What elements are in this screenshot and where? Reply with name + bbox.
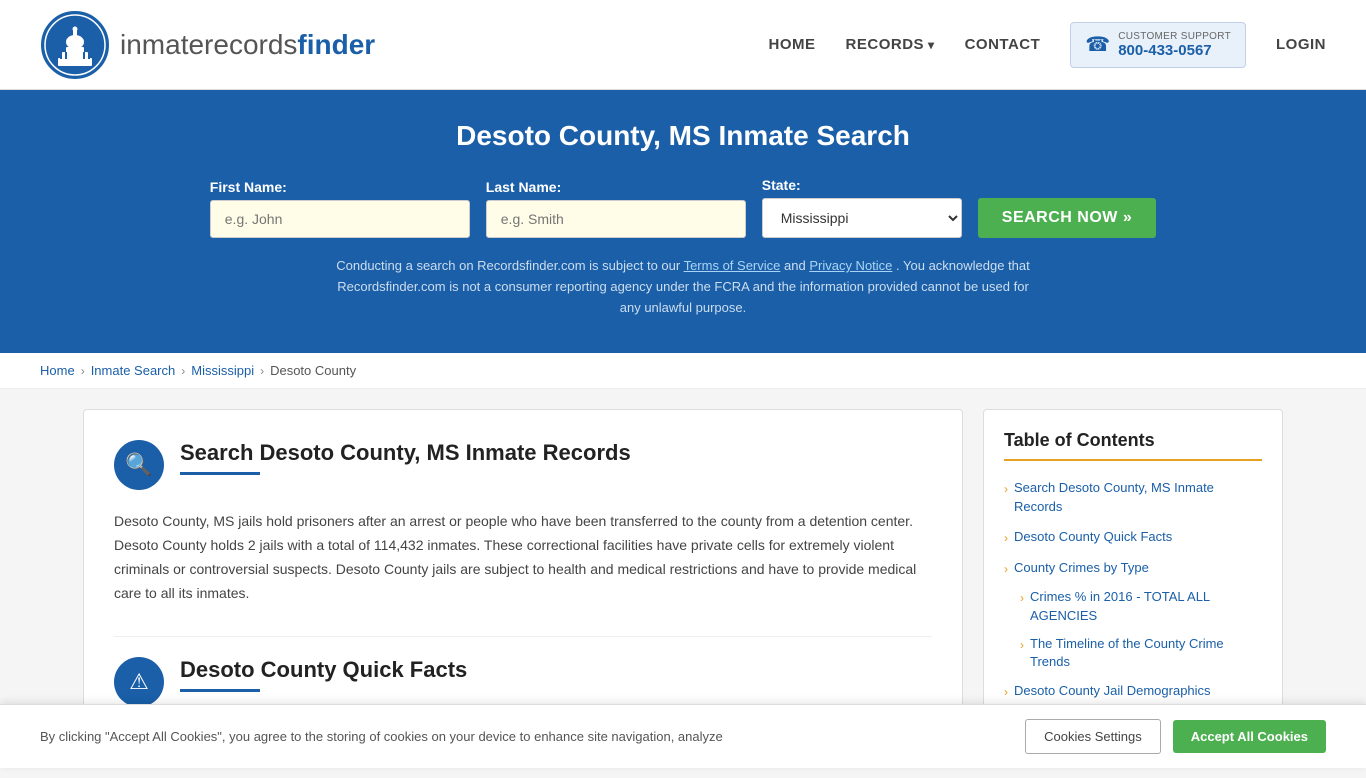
cookie-buttons: Cookies Settings Accept All Cookies — [1025, 719, 1326, 754]
search-title-underline — [180, 472, 260, 475]
quick-facts-header: ⚠ Desoto County Quick Facts — [114, 657, 932, 707]
disclaimer-before-tos: Conducting a search on Recordsfinder.com… — [336, 258, 683, 273]
last-name-group: Last Name: — [486, 179, 746, 238]
disclaimer-text: Conducting a search on Recordsfinder.com… — [333, 256, 1033, 318]
chevron-down-icon: ▾ — [928, 38, 935, 52]
toc-label-1: Desoto County Quick Facts — [1014, 528, 1172, 546]
toc-item-2[interactable]: › County Crimes by Type — [1004, 553, 1262, 584]
logo-text-container: inmaterecordsfinder — [120, 29, 375, 61]
first-name-label: First Name: — [210, 179, 287, 195]
search-icon: 🔍 — [125, 452, 152, 478]
first-name-input[interactable] — [210, 200, 470, 238]
search-section-body: Desoto County, MS jails hold prisoners a… — [114, 510, 932, 605]
toc-chevron-5: › — [1004, 684, 1008, 701]
accept-cookies-button[interactable]: Accept All Cookies — [1173, 720, 1326, 753]
breadcrumb-current: Desoto County — [270, 363, 356, 378]
first-name-group: First Name: — [210, 179, 470, 238]
toc-label-3: Crimes % in 2016 - TOTAL ALL AGENCIES — [1030, 588, 1262, 624]
cookies-settings-button[interactable]: Cookies Settings — [1025, 719, 1161, 754]
search-title-group: Search Desoto County, MS Inmate Records — [180, 440, 631, 475]
header: inmaterecordsfinder HOME RECORDS ▾ CONTA… — [0, 0, 1366, 90]
quick-facts-title: Desoto County Quick Facts — [180, 657, 467, 683]
search-section-title: Search Desoto County, MS Inmate Records — [180, 440, 631, 466]
quick-facts-underline — [180, 689, 260, 692]
search-icon-circle: 🔍 — [114, 440, 164, 490]
logo-text-regular: inmaterecords — [120, 29, 297, 60]
toc-label-2: County Crimes by Type — [1014, 559, 1149, 577]
privacy-notice-link[interactable]: Privacy Notice — [809, 258, 892, 273]
login-button[interactable]: LOGIN — [1276, 36, 1326, 53]
nav-records[interactable]: RECORDS ▾ — [846, 36, 935, 53]
support-number: 800-433-0567 — [1118, 42, 1231, 59]
quick-facts-section: ⚠ Desoto County Quick Facts — [114, 657, 932, 707]
nav-home[interactable]: HOME — [769, 36, 816, 53]
toc-title: Table of Contents — [1004, 430, 1262, 461]
toc-chevron-0: › — [1004, 481, 1008, 498]
state-label: State: — [762, 177, 801, 193]
terms-of-service-link[interactable]: Terms of Service — [684, 258, 781, 273]
toc-label-4: The Timeline of the County Crime Trends — [1030, 635, 1262, 671]
section-divider — [114, 636, 932, 637]
breadcrumb-mississippi[interactable]: Mississippi — [191, 363, 254, 378]
disclaimer-and: and — [784, 258, 809, 273]
state-select[interactable]: Mississippi Alabama Arkansas Tennessee — [762, 198, 962, 238]
logo-icon — [40, 10, 110, 80]
breadcrumb-sep-1: › — [81, 364, 85, 378]
alert-icon: ⚠ — [129, 669, 149, 695]
breadcrumb-inmate-search[interactable]: Inmate Search — [91, 363, 176, 378]
quick-facts-title-group: Desoto County Quick Facts — [180, 657, 467, 692]
nav-records-label: RECORDS — [846, 36, 925, 53]
toc-item-5[interactable]: › Desoto County Jail Demographics — [1004, 676, 1262, 707]
logo-text-bold: finder — [297, 29, 375, 60]
toc-label-0: Search Desoto County, MS Inmate Records — [1014, 479, 1262, 515]
breadcrumb-home[interactable]: Home — [40, 363, 75, 378]
hero-section: Desoto County, MS Inmate Search First Na… — [0, 90, 1366, 353]
hero-title: Desoto County, MS Inmate Search — [40, 120, 1326, 152]
cookie-text: By clicking "Accept All Cookies", you ag… — [40, 727, 723, 747]
toc-chevron-3: › — [1020, 590, 1024, 607]
support-label: CUSTOMER SUPPORT — [1118, 31, 1231, 42]
cookie-banner: By clicking "Accept All Cookies", you ag… — [0, 704, 1366, 768]
breadcrumb-sep-2: › — [181, 364, 185, 378]
search-form: First Name: Last Name: State: Mississipp… — [40, 177, 1326, 238]
logo-area: inmaterecordsfinder — [40, 10, 375, 80]
breadcrumb-sep-3: › — [260, 364, 264, 378]
state-group: State: Mississippi Alabama Arkansas Tenn… — [762, 177, 962, 238]
support-text-group: CUSTOMER SUPPORT 800-433-0567 — [1118, 31, 1231, 59]
last-name-label: Last Name: — [486, 179, 561, 195]
breadcrumb: Home › Inmate Search › Mississippi › Des… — [0, 353, 1366, 389]
nav-contact[interactable]: CONTACT — [965, 36, 1041, 53]
search-section-header: 🔍 Search Desoto County, MS Inmate Record… — [114, 440, 932, 490]
toc-sub-item-4[interactable]: › The Timeline of the County Crime Trend… — [1004, 630, 1262, 676]
toc-chevron-4: › — [1020, 637, 1024, 654]
search-button[interactable]: SEARCH NOW » — [978, 198, 1156, 238]
quick-facts-icon-circle: ⚠ — [114, 657, 164, 707]
customer-support-box[interactable]: ☎ CUSTOMER SUPPORT 800-433-0567 — [1070, 22, 1246, 68]
toc-label-5: Desoto County Jail Demographics — [1014, 682, 1211, 700]
toc-item-0[interactable]: › Search Desoto County, MS Inmate Record… — [1004, 473, 1262, 521]
toc-chevron-2: › — [1004, 561, 1008, 578]
toc-chevron-1: › — [1004, 530, 1008, 547]
nav: HOME RECORDS ▾ CONTACT ☎ CUSTOMER SUPPOR… — [769, 22, 1326, 68]
headphone-icon: ☎ — [1085, 32, 1110, 57]
toc-item-1[interactable]: › Desoto County Quick Facts — [1004, 522, 1262, 553]
last-name-input[interactable] — [486, 200, 746, 238]
toc-sub-item-3[interactable]: › Crimes % in 2016 - TOTAL ALL AGENCIES — [1004, 583, 1262, 629]
